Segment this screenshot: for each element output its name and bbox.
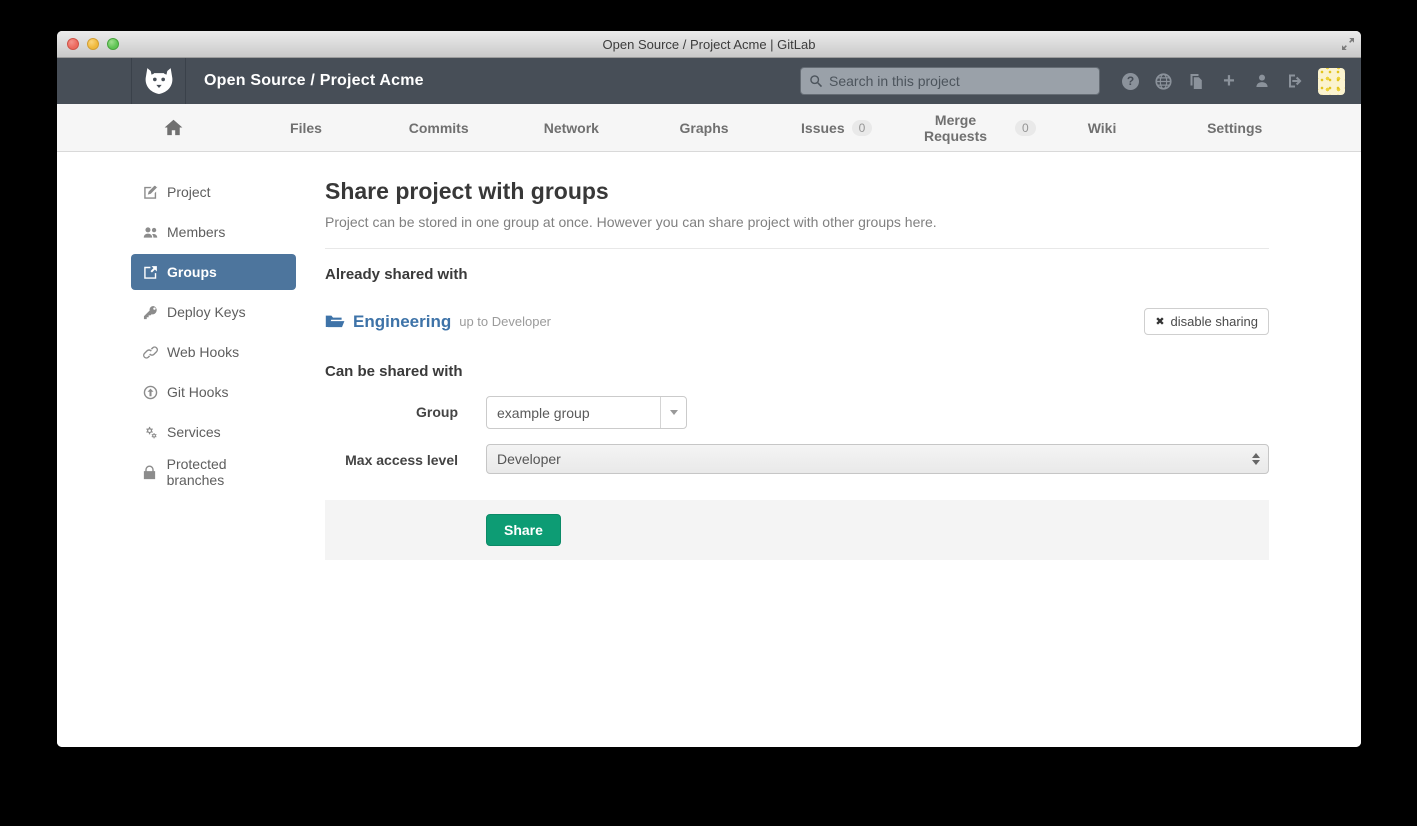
sidebar-item-groups[interactable]: Groups [131,254,296,290]
close-window-button[interactable] [67,38,79,50]
app-header: Open Source / Project Acme ? [57,58,1361,104]
search-icon [809,74,823,88]
key-icon [142,305,158,320]
disable-sharing-button[interactable]: ✖ disable sharing [1144,308,1269,335]
nav-files[interactable]: Files [240,120,373,136]
zoom-window-button[interactable] [107,38,119,50]
nav-graphs[interactable]: Graphs [638,120,771,136]
sidebar-item-web-hooks[interactable]: Web Hooks [131,334,296,370]
max-access-label: Max access level [325,444,458,468]
nav-commits[interactable]: Commits [372,120,505,136]
header-project-title: Open Source / Project Acme [204,72,424,90]
logout-icon[interactable] [1286,72,1304,90]
lock-icon [142,465,158,480]
home-icon [164,119,183,136]
shared-group-name: Engineering [353,312,451,332]
app-window: Open Source / Project Acme | GitLab Open… [57,31,1361,747]
nav-home[interactable] [107,119,240,136]
already-shared-heading: Already shared with [325,266,1269,283]
nav-settings[interactable]: Settings [1168,120,1301,136]
header-left-spacer [57,58,131,104]
issues-count-badge: 0 [852,120,873,136]
can-share-heading: Can be shared with [325,363,1269,380]
sidebar-item-deploy-keys[interactable]: Deploy Keys [131,294,296,330]
page-title: Share project with groups [325,178,1269,205]
group-label: Group [325,396,458,420]
sidebar-item-members[interactable]: Members [131,214,296,250]
chevron-down-icon [660,397,686,428]
avatar[interactable] [1318,68,1345,95]
pencil-square-icon [142,185,158,200]
form-actions: Share [325,500,1269,560]
sidebar-item-protected-branches[interactable]: Protected branches [131,454,296,490]
window-titlebar: Open Source / Project Acme | GitLab [57,31,1361,58]
divider [325,248,1269,249]
new-project-icon[interactable]: + [1220,72,1238,90]
copy-icon[interactable] [1187,72,1205,90]
search-box [800,67,1100,95]
group-select-value: example group [487,405,660,421]
shared-group-link[interactable]: Engineering [325,312,451,332]
window-title: Open Source / Project Acme | GitLab [57,37,1361,52]
page-description: Project can be stored in one group at on… [325,214,1269,230]
nav-merge-requests[interactable]: Merge Requests 0 [903,112,1036,144]
circle-arrow-up-icon [142,385,158,400]
minimize-window-button[interactable] [87,38,99,50]
settings-sidebar: Project Members [57,152,296,747]
merge-requests-count-badge: 0 [1015,120,1036,136]
max-access-select[interactable]: Developer [486,444,1269,474]
link-icon [142,345,158,360]
users-icon [142,225,158,240]
gitlab-logo[interactable] [131,58,186,104]
globe-icon[interactable] [1154,72,1172,90]
sidebar-item-project[interactable]: Project [131,174,296,210]
profile-icon[interactable] [1253,72,1271,90]
folder-open-icon [325,314,345,330]
help-icon[interactable]: ? [1122,73,1139,90]
share-icon [142,265,158,280]
nav-issues[interactable]: Issues 0 [770,120,903,136]
share-button[interactable]: Share [486,514,561,546]
search-input[interactable] [829,73,1091,89]
nav-network[interactable]: Network [505,120,638,136]
gears-icon [142,425,158,440]
max-access-value: Developer [487,451,571,467]
group-select[interactable]: example group [486,396,687,429]
shared-access-note: up to Developer [459,314,551,329]
fullscreen-resize-icon[interactable] [1341,37,1355,51]
project-nav: Files Commits Network Graphs Issues 0 Me… [57,104,1361,152]
close-icon: ✖ [1155,315,1164,328]
sidebar-item-services[interactable]: Services [131,414,296,450]
main-panel: Share project with groups Project can be… [325,152,1269,747]
select-spinner-icon [1252,453,1260,465]
nav-wiki[interactable]: Wiki [1036,120,1169,136]
shared-group-row: Engineering up to Developer ✖ disable sh… [325,308,1269,335]
sidebar-item-git-hooks[interactable]: Git Hooks [131,374,296,410]
